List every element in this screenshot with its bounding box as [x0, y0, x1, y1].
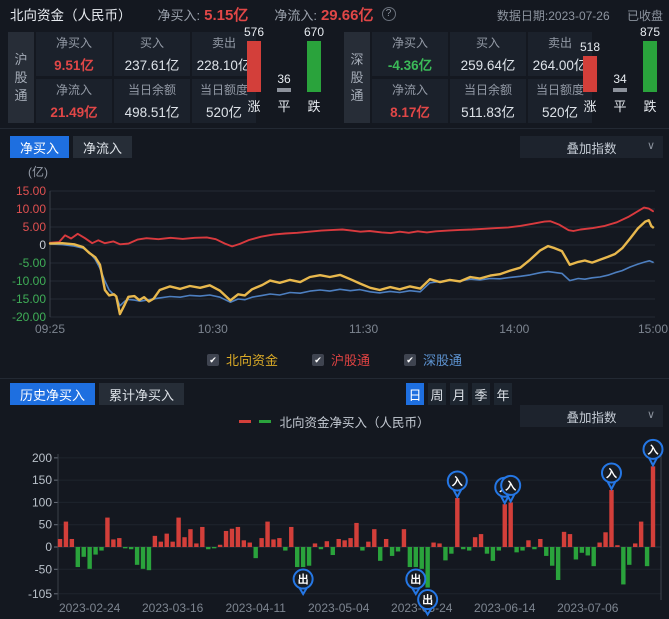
tab-net-buy[interactable]: 净买入 [10, 136, 69, 158]
net-buy-value: 5.15亿 [204, 4, 248, 25]
svg-text:5.00: 5.00 [23, 220, 47, 234]
up-bar [583, 56, 597, 92]
tab-history-net-buy[interactable]: 历史净买入 [10, 383, 95, 405]
svg-text:2023-06-14: 2023-06-14 [474, 601, 536, 615]
svg-text:入: 入 [606, 467, 617, 480]
period-day[interactable]: 日 [406, 383, 424, 405]
net-buy-label: 净买入: [158, 5, 201, 24]
history-legend: 北向资金净买入（人民币） [0, 412, 669, 431]
checkbox-checked-icon[interactable]: ✔ [404, 354, 416, 366]
sz-net-buy-cell: 净买入-4.36亿 [372, 32, 448, 76]
svg-text:-5.00: -5.00 [19, 256, 47, 270]
svg-text:入: 入 [452, 475, 463, 488]
down-bar [307, 41, 321, 92]
svg-text:10.00: 10.00 [16, 202, 46, 216]
intraday-flow-chart: (亿)15.0010.005.000-5.00-10.00-15.00-20.0… [0, 163, 669, 343]
svg-text:11:30: 11:30 [349, 322, 378, 336]
history-bar-chart: 200 150 100 50 0 -50 -105 2023-02-24 2023-03-16 2… [0, 430, 669, 619]
net-inflow-value: 29.66亿 [321, 4, 374, 25]
svg-text:出: 出 [298, 572, 309, 586]
up-bar [247, 41, 261, 92]
sh-net-inflow-cell: 净流入21.49亿 [36, 79, 112, 123]
chevron-down-icon: ∨ [647, 139, 655, 152]
section-divider-1 [0, 128, 669, 129]
svg-text:出: 出 [422, 593, 433, 607]
svg-text:2023-03-16: 2023-03-16 [142, 601, 204, 615]
svg-text:-50: -50 [35, 562, 53, 576]
down-bar [643, 41, 657, 92]
page-title: 北向资金（人民币） [10, 4, 132, 24]
flat-bar [277, 88, 291, 92]
period-buttons: 日 周 月 季 年 [406, 383, 512, 405]
data-date: 数据日期:2023-07-26 [497, 9, 610, 23]
svg-text:50: 50 [39, 518, 53, 532]
svg-text:15:00: 15:00 [638, 322, 668, 336]
green-dash-icon [259, 420, 271, 423]
svg-text:200: 200 [32, 451, 52, 465]
svg-text:150: 150 [32, 473, 52, 487]
svg-text:入: 入 [505, 479, 516, 492]
svg-text:10:30: 10:30 [198, 322, 228, 336]
svg-text:0: 0 [39, 238, 46, 252]
market-status: 已收盘 [627, 9, 663, 23]
checkbox-checked-icon[interactable]: ✔ [207, 354, 219, 366]
period-month[interactable]: 月 [450, 383, 468, 405]
sh-connect-label: 沪股通 [8, 32, 34, 123]
overlay-index-select[interactable]: 叠加指数 ∨ [520, 136, 663, 158]
svg-text:15.00: 15.00 [16, 184, 46, 198]
sz-connect-label: 深股通 [344, 32, 370, 123]
tab-cumulative-net-buy[interactable]: 累计净买入 [99, 383, 184, 405]
svg-text:100: 100 [32, 495, 52, 509]
legend-sh-connect[interactable]: ✔ 沪股通 [312, 350, 370, 369]
svg-text:-10.00: -10.00 [12, 274, 46, 288]
help-icon[interactable]: ? [382, 7, 396, 21]
sh-net-buy-cell: 净买入9.51亿 [36, 32, 112, 76]
legend-north-funds[interactable]: ✔ 北向资金 [207, 350, 278, 369]
sh-balance-cell: 当日余额498.51亿 [114, 79, 190, 123]
svg-text:0: 0 [45, 540, 52, 554]
flat-count-column: 36平 [274, 25, 294, 115]
up-count-column: 518涨 [580, 25, 600, 115]
sh-updown-chart: 576涨 36平 670跌 [244, 25, 324, 115]
svg-text:2023-07-06: 2023-07-06 [557, 601, 619, 615]
header: 北向资金（人民币） 净买入: 5.15亿 净流入: 29.66亿 ? 数据日期:… [0, 0, 669, 28]
period-week[interactable]: 周 [428, 383, 446, 405]
period-quarter[interactable]: 季 [472, 383, 490, 405]
svg-text:(亿): (亿) [28, 164, 48, 179]
connect-panels: 沪股通 净买入9.51亿 买入237.61亿 卖出228.10亿 净流入21.4… [0, 30, 669, 125]
svg-text:2023-02-24: 2023-02-24 [59, 601, 121, 615]
period-year[interactable]: 年 [494, 383, 512, 405]
tab-net-inflow[interactable]: 净流入 [73, 136, 132, 158]
down-count-column: 875跌 [640, 25, 660, 115]
flat-count-column: 34平 [610, 25, 630, 115]
sz-updown-chart: 518涨 34平 875跌 [580, 25, 660, 115]
svg-text:09:25: 09:25 [35, 322, 65, 336]
svg-text:2023-04-11: 2023-04-11 [225, 601, 286, 615]
flat-bar [613, 88, 627, 92]
svg-text:14:00: 14:00 [499, 322, 529, 336]
svg-text:-15.00: -15.00 [12, 292, 46, 306]
history-legend-label: 北向资金净买入（人民币） [279, 412, 429, 431]
section-divider-2 [0, 378, 669, 379]
checkbox-checked-icon[interactable]: ✔ [312, 354, 324, 366]
flow-legend: ✔ 北向资金 ✔ 沪股通 ✔ 深股通 [0, 350, 669, 369]
up-count-column: 576涨 [244, 25, 264, 115]
sh-buy-cell: 买入237.61亿 [114, 32, 190, 76]
net-inflow-label: 净流入: [274, 5, 317, 24]
sz-buy-cell: 买入259.64亿 [450, 32, 526, 76]
red-dash-icon [239, 420, 251, 423]
legend-sz-connect[interactable]: ✔ 深股通 [404, 350, 462, 369]
svg-text:-105: -105 [28, 587, 52, 601]
down-count-column: 670跌 [304, 25, 324, 115]
sz-balance-cell: 当日余额511.83亿 [450, 79, 526, 123]
svg-text:入: 入 [648, 443, 659, 456]
sz-net-inflow-cell: 净流入8.17亿 [372, 79, 448, 123]
svg-text:2023-05-04: 2023-05-04 [308, 601, 370, 615]
svg-text:出: 出 [410, 572, 421, 586]
